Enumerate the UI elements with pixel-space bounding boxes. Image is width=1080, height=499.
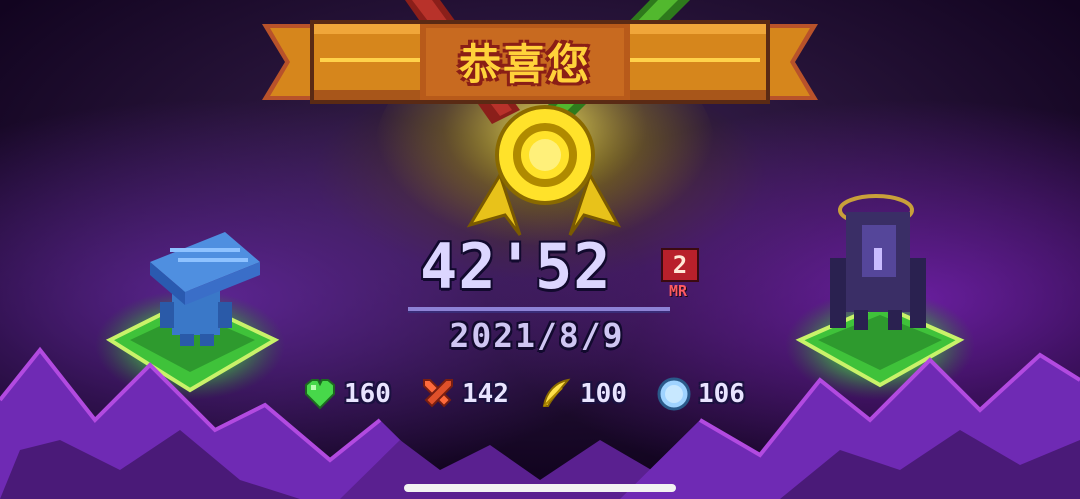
shield-icon	[657, 377, 691, 411]
mode-badge: 2 MR	[658, 246, 699, 300]
stat-speed: 100	[538, 374, 648, 414]
divider	[408, 307, 670, 311]
heart-icon	[305, 379, 335, 410]
stat-health: 160	[302, 374, 412, 414]
home-indicator[interactable]	[404, 484, 676, 492]
feather-icon	[542, 378, 571, 407]
mode-number: 2	[661, 248, 699, 282]
stat-defense: 106	[656, 374, 766, 414]
completion-time: 42'52	[420, 230, 612, 303]
stat-attack: 142	[420, 374, 530, 414]
mode-label: MR	[668, 282, 688, 300]
sword-icon	[423, 379, 453, 408]
congrats-title: 恭喜您	[458, 40, 591, 89]
completion-date: 2021/8/9	[449, 316, 625, 355]
